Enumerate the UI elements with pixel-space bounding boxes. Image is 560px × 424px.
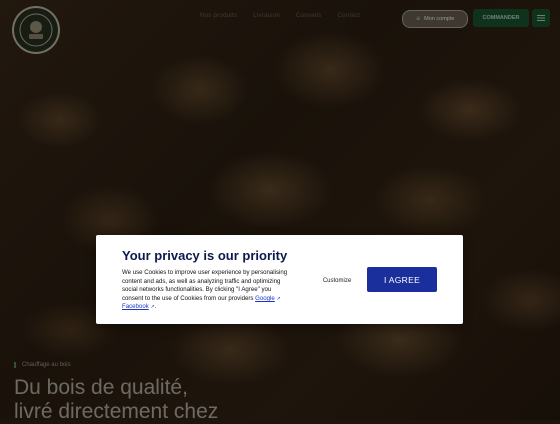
google-link[interactable]: Google [255,295,275,302]
facebook-link[interactable]: Facebook [122,303,149,310]
modal-overlay [0,0,560,420]
external-link-icon: ↗ [276,295,281,302]
cookie-dialog-end: . [154,303,157,311]
cookie-consent-dialog: Your privacy is our priority We use Cook… [96,235,463,324]
cookie-dialog-text: We use Cookies to improve user experienc… [122,269,292,312]
customize-button[interactable]: Customize [312,274,362,288]
cookie-dialog-title: Your privacy is our priority [122,248,288,263]
agree-button[interactable]: I AGREE [367,267,437,292]
